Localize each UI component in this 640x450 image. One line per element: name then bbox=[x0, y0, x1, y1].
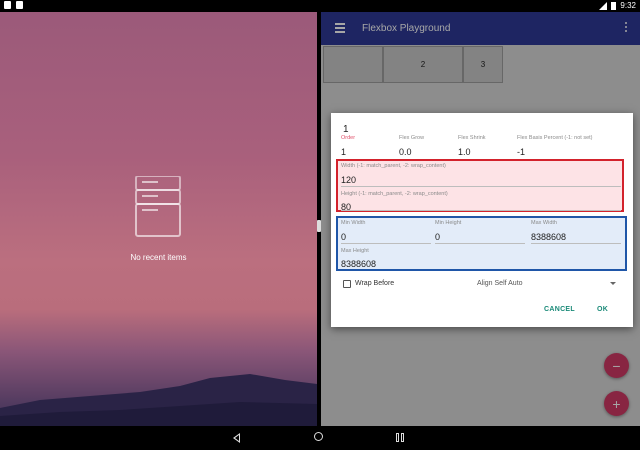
min-width-label: Min Width bbox=[341, 220, 366, 226]
notification-icon bbox=[16, 1, 23, 9]
flex-shrink-label: Flex Shrink bbox=[458, 135, 486, 141]
wrap-before-checkbox[interactable] bbox=[343, 280, 351, 288]
cancel-button[interactable]: CANCEL bbox=[544, 306, 575, 313]
flex-basis-input[interactable]: -1 bbox=[517, 147, 525, 157]
flex-item-edit-dialog: 1 Order Flex Grow Flex Shrink Flex Basis… bbox=[331, 113, 633, 327]
no-recent-items-text: No recent items bbox=[130, 253, 187, 262]
min-width-underline bbox=[341, 243, 431, 244]
flex-grow-input[interactable]: 0.0 bbox=[399, 147, 412, 157]
notification-icon bbox=[4, 1, 11, 9]
max-width-underline bbox=[531, 243, 621, 244]
align-self-dropdown[interactable]: Align Self Auto bbox=[477, 280, 523, 287]
wrap-before-label[interactable]: Wrap Before bbox=[355, 280, 394, 287]
navigation-bar bbox=[0, 426, 640, 450]
order-label: Order bbox=[341, 135, 356, 141]
recents-pane: No recent items bbox=[0, 12, 317, 426]
order-input[interactable]: 1 bbox=[341, 147, 346, 157]
min-height-input[interactable]: 0 bbox=[435, 232, 440, 242]
dialog-title: 1 bbox=[343, 124, 349, 135]
chevron-down-icon[interactable] bbox=[610, 282, 616, 285]
min-width-input[interactable]: 0 bbox=[341, 232, 346, 242]
max-height-input[interactable]: 8388608 bbox=[341, 259, 376, 269]
wallpaper-mountain bbox=[0, 374, 317, 426]
min-height-label: Min Height bbox=[435, 220, 462, 226]
width-underline bbox=[341, 186, 621, 187]
height-underline bbox=[341, 210, 621, 211]
status-bar: 9:32 bbox=[0, 0, 640, 12]
width-label: Width (-1: match_parent, -2: wrap_conten… bbox=[341, 163, 446, 169]
flex-shrink-input[interactable]: 1.0 bbox=[458, 147, 471, 157]
max-height-label: Max Height bbox=[341, 248, 369, 254]
flex-grow-label: Flex Grow bbox=[399, 135, 425, 141]
max-width-input[interactable]: 8388608 bbox=[531, 232, 566, 242]
home-icon[interactable] bbox=[314, 432, 323, 441]
flex-basis-label: Flex Basis Percent (-1: not set) bbox=[517, 135, 593, 141]
back-icon-inner bbox=[235, 435, 239, 441]
height-label: Height (-1: match_parent, -2: wrap_conte… bbox=[341, 191, 448, 197]
width-input[interactable]: 120 bbox=[341, 175, 356, 185]
ok-button[interactable]: OK bbox=[597, 306, 608, 313]
min-height-underline bbox=[435, 243, 525, 244]
recents-icon[interactable] bbox=[396, 433, 405, 442]
recent-apps-placeholder-icon bbox=[135, 176, 181, 237]
signal-icon bbox=[599, 1, 608, 10]
max-width-label: Max Width bbox=[531, 220, 557, 226]
clock: 9:32 bbox=[620, 1, 636, 10]
battery-icon bbox=[611, 1, 617, 10]
